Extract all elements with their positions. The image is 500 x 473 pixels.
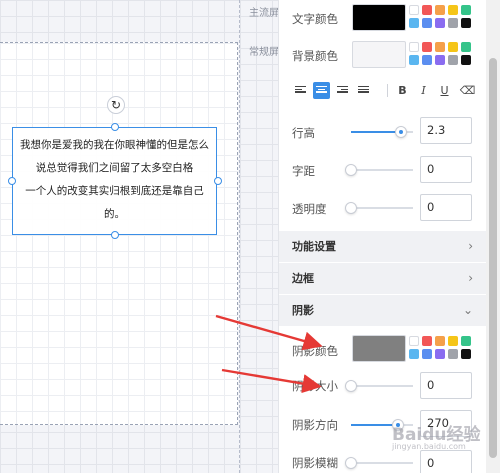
text-color-palette[interactable] bbox=[409, 5, 473, 28]
text-line: 说总觉得我们之间留了太多空白格 bbox=[35, 162, 194, 174]
letter-spacing-slider[interactable] bbox=[345, 164, 413, 176]
text-line: 一个人的改变其实归根到底还是靠自己 bbox=[25, 185, 204, 197]
shadow-blur-label: 阴影模糊 bbox=[292, 456, 338, 470]
palette-swatch[interactable] bbox=[409, 55, 419, 65]
palette-swatch[interactable] bbox=[422, 42, 432, 52]
opacity-label: 透明度 bbox=[292, 202, 327, 216]
shadow-size-slider[interactable] bbox=[345, 380, 413, 392]
section-title: 功能设置 bbox=[292, 240, 336, 253]
palette-swatch[interactable] bbox=[422, 349, 432, 359]
shadow-blur-input[interactable]: 0 bbox=[420, 450, 472, 473]
palette-swatch[interactable] bbox=[461, 336, 471, 346]
opacity-slider[interactable] bbox=[345, 202, 413, 214]
palette-swatch[interactable] bbox=[448, 18, 458, 28]
opacity-input[interactable]: 0 bbox=[420, 194, 472, 221]
palette-swatch[interactable] bbox=[461, 5, 471, 15]
shadow-color-label: 阴影颜色 bbox=[292, 344, 338, 358]
section-border[interactable]: 边框 › bbox=[279, 263, 487, 294]
bg-color-swatch[interactable] bbox=[352, 41, 406, 68]
resize-handle-bottom[interactable] bbox=[111, 231, 119, 239]
resize-handle-left[interactable] bbox=[8, 177, 16, 185]
slider-knob[interactable] bbox=[345, 202, 357, 214]
letter-spacing-label: 字距 bbox=[292, 164, 315, 178]
shadow-size-input[interactable]: 0 bbox=[420, 372, 472, 399]
palette-swatch[interactable] bbox=[435, 55, 445, 65]
palette-swatch[interactable] bbox=[461, 18, 471, 28]
text-element[interactable]: 我想你是爱我的我在你眼神懂的但是怎么 说总觉得我们之间留了太多空白格 一个人的改… bbox=[12, 127, 217, 235]
format-toolbar: B I U ⌫ bbox=[292, 82, 477, 102]
align-right-icon[interactable] bbox=[334, 82, 351, 99]
align-left-icon[interactable] bbox=[292, 82, 309, 99]
watermark-logo: Baidu经验 jingyan.baidu.com bbox=[392, 420, 481, 451]
shadow-size-label: 阴影大小 bbox=[292, 379, 338, 393]
align-center-icon[interactable] bbox=[313, 82, 330, 99]
section-title: 边框 bbox=[292, 272, 314, 285]
chevron-down-icon: ⌄ bbox=[462, 303, 473, 317]
palette-swatch[interactable] bbox=[422, 55, 432, 65]
screen-label-main: 主流屏 bbox=[249, 8, 279, 19]
palette-swatch[interactable] bbox=[422, 5, 432, 15]
section-title: 阴影 bbox=[292, 304, 314, 317]
screen-guide-line bbox=[239, 0, 240, 473]
scrollbar-thumb[interactable] bbox=[489, 58, 497, 458]
line-height-input[interactable]: 2.3 bbox=[420, 117, 472, 144]
palette-swatch[interactable] bbox=[448, 55, 458, 65]
palette-swatch[interactable] bbox=[409, 336, 419, 346]
text-color-swatch[interactable] bbox=[352, 4, 406, 31]
bg-color-label: 背景颜色 bbox=[292, 49, 338, 63]
property-panel: 文字颜色 背景颜色 B I U ⌫ 行高 2.3 字距 0 透明度 0 功能设置… bbox=[278, 0, 487, 473]
section-function-settings[interactable]: 功能设置 › bbox=[279, 231, 487, 262]
chevron-right-icon: › bbox=[468, 271, 473, 285]
section-shadow[interactable]: 阴影 ⌄ bbox=[279, 295, 487, 326]
line-height-label: 行高 bbox=[292, 126, 315, 140]
letter-spacing-input[interactable]: 0 bbox=[420, 156, 472, 183]
slider-knob[interactable] bbox=[345, 164, 357, 176]
underline-button[interactable]: U bbox=[436, 82, 453, 99]
text-color-label: 文字颜色 bbox=[292, 12, 338, 26]
palette-swatch[interactable] bbox=[448, 349, 458, 359]
toolbar-divider bbox=[387, 84, 388, 97]
palette-swatch[interactable] bbox=[409, 349, 419, 359]
slider-knob[interactable] bbox=[394, 126, 407, 138]
palette-swatch[interactable] bbox=[448, 5, 458, 15]
palette-swatch[interactable] bbox=[422, 18, 432, 28]
palette-swatch[interactable] bbox=[435, 349, 445, 359]
palette-swatch[interactable] bbox=[435, 42, 445, 52]
palette-swatch[interactable] bbox=[448, 336, 458, 346]
palette-swatch[interactable] bbox=[409, 5, 419, 15]
shadow-color-swatch[interactable] bbox=[352, 335, 406, 362]
palette-swatch[interactable] bbox=[435, 336, 445, 346]
bold-button[interactable]: B bbox=[394, 82, 411, 99]
palette-swatch[interactable] bbox=[435, 18, 445, 28]
palette-swatch[interactable] bbox=[461, 55, 471, 65]
palette-swatch[interactable] bbox=[409, 42, 419, 52]
palette-swatch[interactable] bbox=[409, 18, 419, 28]
slider-knob[interactable] bbox=[345, 380, 357, 392]
chevron-right-icon: › bbox=[468, 239, 473, 253]
palette-swatch[interactable] bbox=[422, 336, 432, 346]
italic-button[interactable]: I bbox=[415, 82, 432, 99]
shadow-blur-slider[interactable] bbox=[345, 457, 413, 469]
bg-color-palette[interactable] bbox=[409, 42, 473, 65]
palette-swatch[interactable] bbox=[435, 5, 445, 15]
resize-handle-top[interactable] bbox=[111, 123, 119, 131]
rotate-icon[interactable]: ↻ bbox=[107, 96, 125, 114]
text-line: 的。 bbox=[104, 208, 125, 220]
shadow-color-palette[interactable] bbox=[409, 336, 473, 359]
line-height-slider[interactable] bbox=[351, 126, 413, 138]
text-line: 我想你是爱我的我在你眼神懂的但是怎么 bbox=[20, 139, 209, 151]
eraser-icon[interactable]: ⌫ bbox=[459, 82, 476, 99]
palette-swatch[interactable] bbox=[461, 349, 471, 359]
panel-scrollbar[interactable] bbox=[486, 0, 500, 473]
shadow-direction-label: 阴影方向 bbox=[292, 418, 338, 432]
palette-swatch[interactable] bbox=[461, 42, 471, 52]
screen-label-normal: 常规屏 bbox=[249, 47, 279, 58]
palette-swatch[interactable] bbox=[448, 42, 458, 52]
align-justify-icon[interactable] bbox=[355, 82, 372, 99]
resize-handle-right[interactable] bbox=[214, 177, 222, 185]
slider-knob[interactable] bbox=[345, 457, 357, 469]
